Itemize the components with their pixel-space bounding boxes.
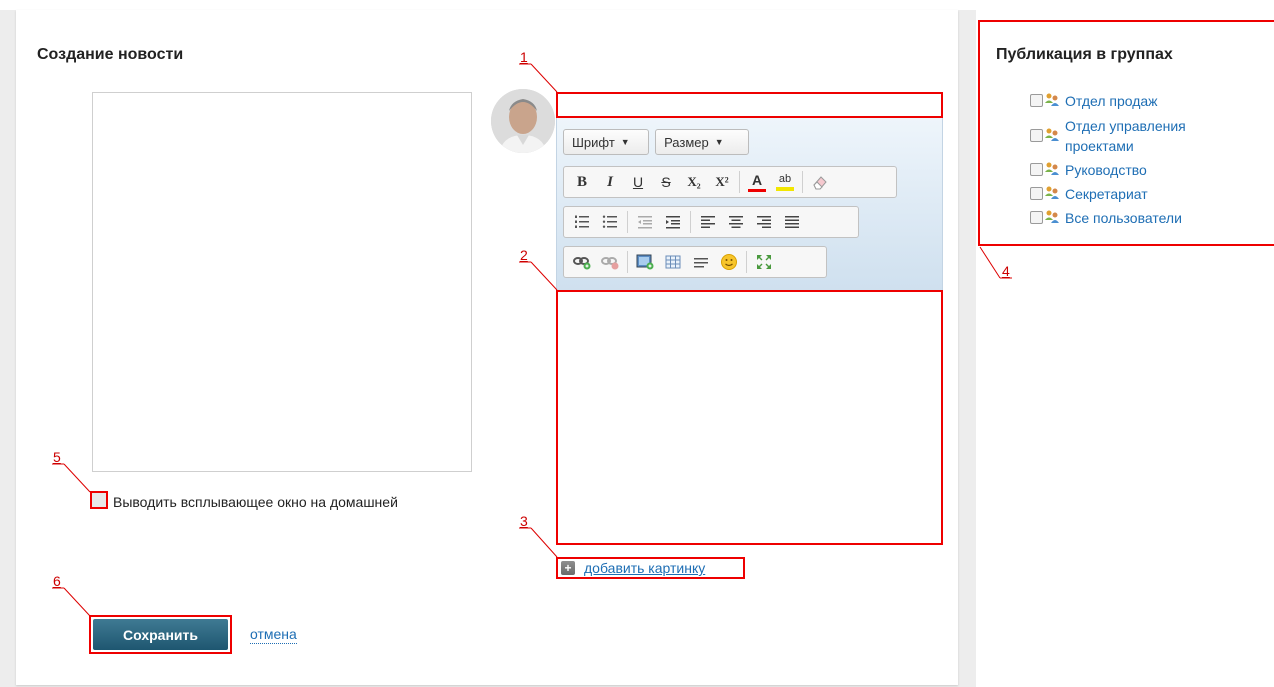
underline-button[interactable]: U	[626, 170, 650, 194]
callout-label-6: 6	[53, 573, 61, 589]
popup-on-home-label: Выводить всплывающее окно на домашней	[113, 494, 398, 510]
callout-label-5: 5	[53, 449, 61, 465]
smiley-icon[interactable]	[717, 250, 741, 274]
author-avatar	[491, 89, 555, 153]
group-item-secretariat[interactable]: Секретариат	[1030, 184, 1235, 204]
toolbar-separator	[690, 211, 691, 233]
toolbar-separator	[739, 171, 740, 193]
group-checkbox[interactable]	[1030, 211, 1043, 224]
group-users-icon	[1045, 128, 1059, 141]
top-strip	[0, 0, 1274, 10]
group-label[interactable]: Все пользователи	[1065, 208, 1235, 228]
callout-label-3: 3	[520, 513, 528, 529]
font-color-bar	[748, 188, 766, 192]
add-image-button[interactable]: + добавить картинку	[556, 557, 745, 579]
group-label[interactable]: Секретариат	[1065, 184, 1235, 204]
group-item-all-users[interactable]: Все пользователи	[1030, 208, 1235, 228]
page-title: Создание новости	[37, 46, 184, 63]
group-checkbox[interactable]	[1030, 187, 1043, 200]
group-item-management[interactable]: Руководство	[1030, 160, 1235, 180]
strikethrough-button[interactable]: S	[654, 170, 678, 194]
plus-icon: +	[561, 561, 575, 575]
highlight-color-button[interactable]: ab	[773, 170, 797, 194]
font-dropdown[interactable]: Шрифт ▼	[563, 129, 650, 155]
align-center-icon[interactable]	[724, 210, 748, 234]
news-title-input[interactable]	[556, 92, 943, 118]
font-color-label: A	[751, 171, 763, 188]
save-button[interactable]: Сохранить	[89, 615, 232, 654]
indent-icon[interactable]	[661, 210, 685, 234]
italic-button[interactable]: I	[598, 170, 622, 194]
news-image-preview[interactable]	[92, 92, 472, 472]
popup-on-home-checkbox[interactable]	[90, 491, 108, 509]
format-toolbar-group: B I U S X₂ X² A ab	[563, 166, 897, 198]
group-label[interactable]: Отдел продаж	[1065, 91, 1235, 111]
save-button-label: Сохранить	[93, 619, 228, 650]
size-dropdown[interactable]: Размер ▼	[655, 129, 749, 155]
highlight-color-label: ab	[778, 173, 792, 185]
editor-toolbar: Шрифт ▼ Размер ▼ B I U S X₂ X² A ab	[556, 118, 943, 290]
insert-link-icon[interactable]	[570, 250, 594, 274]
group-label[interactable]: Руководство	[1065, 160, 1235, 180]
group-item-sales[interactable]: Отдел продаж	[1030, 91, 1235, 111]
add-image-label: добавить картинку	[584, 560, 706, 576]
news-text-editor[interactable]	[556, 290, 943, 545]
toolbar-separator	[746, 251, 747, 273]
align-right-icon[interactable]	[752, 210, 776, 234]
bold-button[interactable]: B	[570, 170, 594, 194]
eraser-icon[interactable]	[808, 170, 832, 194]
toolbar-separator	[802, 171, 803, 193]
avatar-photo-icon	[491, 89, 555, 153]
unordered-list-icon[interactable]	[598, 210, 622, 234]
font-dropdown-label: Шрифт	[572, 134, 615, 150]
toolbar-separator	[627, 251, 628, 273]
group-users-icon	[1045, 186, 1059, 199]
size-dropdown-label: Размер	[664, 134, 709, 150]
group-item-project-management[interactable]: Отдел управления проектами	[1030, 116, 1230, 156]
fullscreen-icon[interactable]	[752, 250, 776, 274]
groups-title: Публикация в группах	[996, 46, 1173, 63]
horizontal-rule-icon[interactable]	[689, 250, 713, 274]
chevron-down-icon: ▼	[714, 137, 724, 147]
chevron-down-icon: ▼	[620, 137, 630, 147]
group-checkbox[interactable]	[1030, 94, 1043, 107]
paragraph-toolbar-group	[563, 206, 859, 238]
superscript-button[interactable]: X²	[710, 170, 734, 194]
toolbar-separator	[627, 211, 628, 233]
outdent-icon[interactable]	[633, 210, 657, 234]
insert-toolbar-group	[563, 246, 827, 278]
font-color-button[interactable]: A	[745, 170, 769, 194]
group-users-icon	[1045, 162, 1059, 175]
insert-image-icon[interactable]	[633, 250, 657, 274]
subscript-button[interactable]: X₂	[682, 170, 706, 194]
insert-table-icon[interactable]	[661, 250, 685, 274]
group-users-icon	[1045, 210, 1059, 223]
callout-label-2: 2	[520, 247, 528, 263]
group-checkbox[interactable]	[1030, 163, 1043, 176]
callout-label-1: 1	[520, 49, 528, 65]
remove-link-icon[interactable]	[598, 250, 622, 274]
font-controls: Шрифт ▼ Размер ▼	[563, 126, 749, 158]
align-justify-icon[interactable]	[780, 210, 804, 234]
group-users-icon	[1045, 93, 1059, 106]
cancel-link[interactable]: отмена	[250, 626, 297, 644]
align-left-icon[interactable]	[696, 210, 720, 234]
group-label[interactable]: Отдел управления проектами	[1065, 116, 1230, 156]
group-checkbox[interactable]	[1030, 129, 1043, 142]
highlight-color-bar	[776, 187, 794, 191]
callout-label-4: 4	[1002, 263, 1010, 279]
ordered-list-icon[interactable]	[570, 210, 594, 234]
